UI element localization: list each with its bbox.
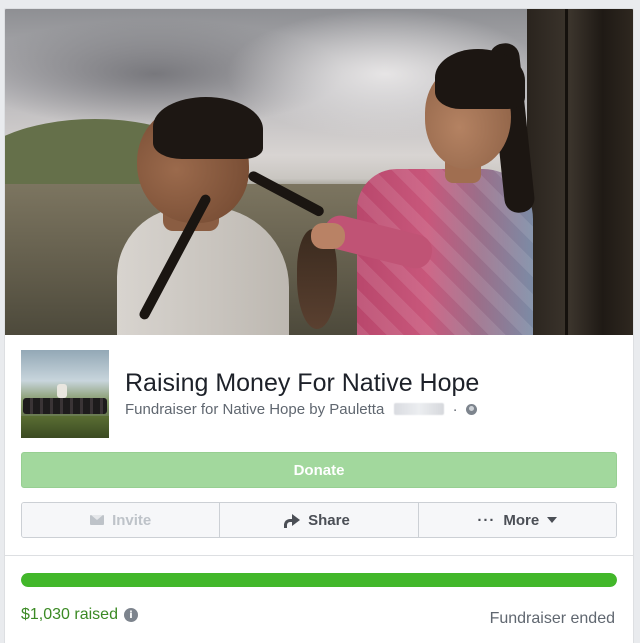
more-dots-icon: ··· [477,511,496,529]
envelope-icon [90,515,105,525]
globe-icon[interactable] [465,404,477,415]
more-button[interactable]: ··· More [418,503,616,537]
progress-fill [21,573,617,587]
fundraiser-subtitle: Fundraiser for Native Hope by Pauletta · [125,401,477,418]
redacted-name [394,403,445,415]
cover-post-crack [565,9,568,335]
thumbnail-rider [57,384,67,398]
invite-label: Invite [112,511,152,529]
thumbnail-grass [21,416,109,438]
action-bar: Invite Share ··· More [21,502,617,538]
raised-label: $1,030 raised [21,606,118,623]
fundraiser-status: Fundraiser ended [489,610,615,627]
chevron-down-icon [547,517,558,523]
progress-bar [21,573,617,587]
subtitle-separator: · [452,401,458,418]
share-label: Share [308,511,350,529]
cover-photo [5,9,633,335]
fundraiser-thumbnail[interactable] [21,350,109,438]
man-hair [153,97,263,159]
share-button[interactable]: Share [220,503,419,537]
fundraiser-title[interactable]: Raising Money For Native Hope [125,369,479,398]
cover-wooden-post [527,9,633,335]
share-arrow-icon [292,514,301,526]
section-divider [5,555,633,556]
raised-amount: $1,030 raised i [21,606,138,624]
donate-button[interactable]: Donate [21,452,617,488]
girl-hair [435,49,525,109]
fundraiser-card: Raising Money For Native Hope Fundraiser… [4,8,634,643]
thumbnail-horses [23,398,107,414]
subtitle-text[interactable]: Fundraiser for Native Hope by Pauletta [125,401,384,418]
more-label: More [503,511,540,529]
girl-hand [311,223,345,249]
invite-button[interactable]: Invite [22,503,221,537]
info-icon[interactable]: i [123,608,138,622]
